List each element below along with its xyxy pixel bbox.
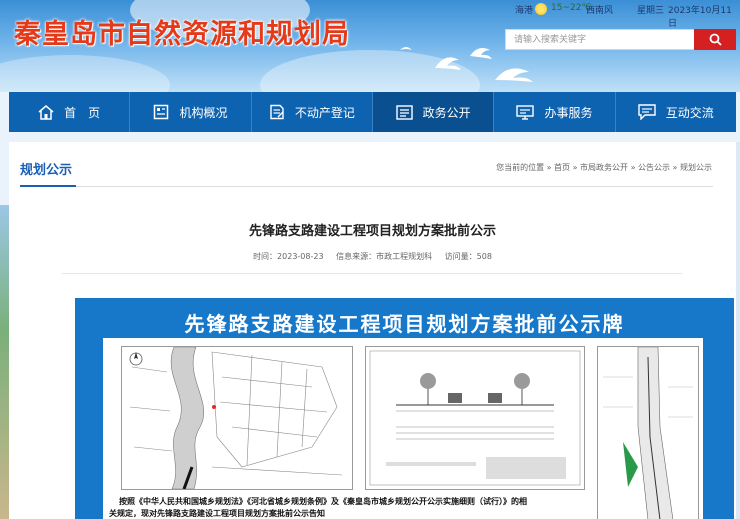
main-nav: 首 页 机构概况 不动产登记 政务公开 办事服务 互动交流 [9, 92, 736, 132]
poster-text-line: 按照《中华人民共和国城乡规划法》《河北省城乡规划条例》及《秦皇岛市城乡规划公开公… [119, 497, 527, 506]
nav-item-government-affairs[interactable]: 政务公开 [372, 92, 495, 132]
nav-item-label: 机构概况 [179, 105, 228, 120]
road-section-drawing [369, 350, 581, 486]
wind: 西南风 [586, 6, 614, 16]
sunny-icon [535, 3, 547, 15]
location-map-drawing [129, 346, 343, 490]
weekday: 星期三 [637, 6, 665, 16]
nav-item-register[interactable]: 不动产登记 [252, 92, 373, 132]
background-scenery [736, 142, 740, 519]
site-plan-strip [603, 346, 693, 519]
content-panel: 规划公示 您当前的位置 » 首页 » 市局政务公开 » 公告公示 » 规划公示 … [9, 142, 736, 519]
register-icon [270, 104, 284, 120]
notice-board-image: 先锋路支路建设工程项目规划方案批前公示牌 按照《中华人民共和国城乡规划法》《河北… [75, 298, 734, 519]
nav-item-home[interactable]: 首 页 [9, 92, 131, 132]
chat-icon [638, 104, 656, 120]
search-icon [709, 33, 722, 46]
breadcrumb[interactable]: 您当前的位置 » 首页 » 市局政务公开 » 公告公示 » 规划公示 [496, 162, 712, 173]
document-icon [395, 104, 413, 120]
cloud-decoration [0, 55, 170, 92]
home-icon [38, 104, 54, 120]
section-underline [20, 185, 76, 187]
article-title: 先锋路支路建设工程项目规划方案批前公示 [248, 224, 496, 239]
nav-item-label: 互动交流 [665, 105, 714, 120]
cross-section-drawing [365, 346, 585, 490]
nav-item-label: 首 页 [64, 105, 101, 120]
poster-board: 按照《中华人民共和国城乡规划法》《河北省城乡规划条例》及《秦皇岛市城乡规划公开公… [103, 338, 703, 519]
nav-item-label: 办事服务 [544, 105, 593, 120]
nav-item-label: 政务公开 [422, 105, 471, 120]
site-plan-drawing [597, 346, 699, 519]
divider [20, 186, 713, 187]
location-map [121, 346, 353, 490]
poster-text-line: 关规定，现对先锋路支路建设工程项目规划方案批前公示告知 [109, 509, 325, 518]
divider [62, 273, 682, 274]
city-label: 海港 [515, 6, 534, 16]
section-title: 规划公示 [20, 163, 73, 178]
poster-title: 先锋路支路建设工程项目规划方案批前公示牌 [184, 312, 625, 336]
service-icon [516, 104, 535, 120]
article-meta: 时间：2023-08-23 信息来源：市政工程规划科 访问量：508 [9, 251, 736, 262]
org-icon [154, 104, 169, 120]
info-source: 信息来源：市政工程规划科 [336, 252, 433, 261]
site-header: 秦皇岛市自然资源和规划局 海港 15~22℃ 西南风 星期三 2023年10月1… [0, 0, 740, 92]
view-count: 访问量：508 [444, 252, 492, 261]
publish-date: 时间：2023-08-23 [253, 252, 324, 261]
nav-item-org[interactable]: 机构概况 [130, 92, 252, 132]
background-scenery [0, 205, 9, 519]
dove-icon [400, 47, 533, 82]
search-button[interactable] [694, 29, 736, 50]
current-date: 2023年10月11日 [668, 6, 732, 29]
nav-item-interaction[interactable]: 互动交流 [616, 92, 736, 132]
nav-item-label: 不动产登记 [294, 105, 355, 120]
nav-item-service[interactable]: 办事服务 [494, 92, 616, 132]
site-title: 秦皇岛市自然资源和规划局 [14, 19, 350, 50]
